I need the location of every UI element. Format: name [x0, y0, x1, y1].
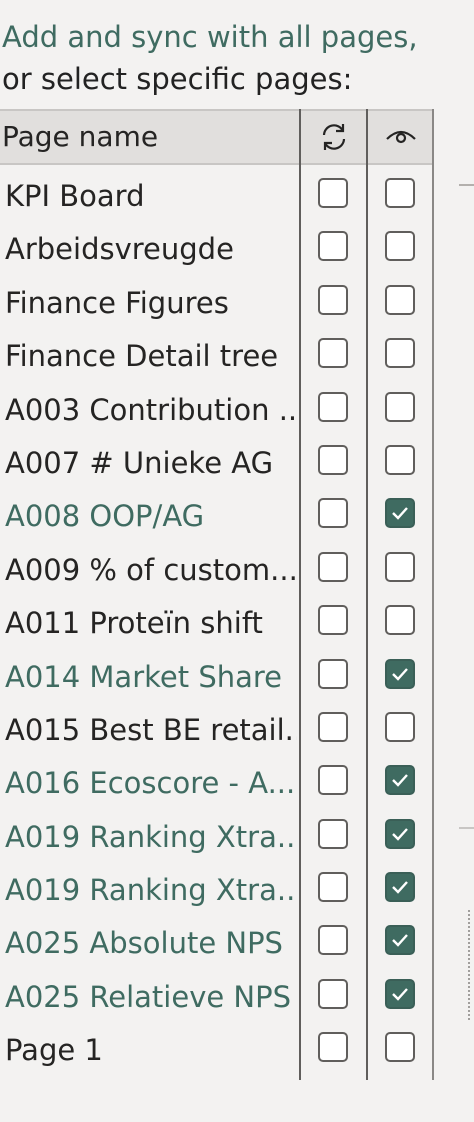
visibility-checkbox[interactable]	[385, 605, 415, 636]
visibility-checkbox[interactable]	[385, 178, 415, 208]
table-body: KPI Board Arbeidsvreugde Finance Figures Fi…	[0, 167, 434, 1075]
table-row: Finance Figures	[0, 274, 434, 327]
page-name-cell: Finance Detail tree	[5, 339, 279, 374]
sync-checkbox[interactable]	[318, 444, 348, 475]
visibility-checkbox[interactable]	[385, 338, 415, 369]
visibility-checkbox[interactable]	[385, 231, 415, 262]
table-row: A019 Ranking Xtra...	[0, 861, 434, 914]
visibility-checkbox[interactable]	[385, 284, 415, 315]
table-row: A011 Proteïn shift	[0, 594, 434, 647]
table-row: A003 Contribution ...	[0, 381, 434, 434]
page-name-cell: A009 % of custom...	[5, 552, 297, 587]
sync-checkbox[interactable]	[318, 231, 348, 262]
table-header: Page name	[0, 109, 434, 165]
page-name-cell: A025 Absolute NPS	[5, 926, 283, 961]
sync-checkbox[interactable]	[318, 551, 348, 582]
visibility-column-header[interactable]	[367, 111, 434, 163]
table-row: A025 Relatieve NPS	[0, 968, 434, 1021]
pane-divider	[459, 184, 474, 186]
eye-icon	[385, 130, 416, 144]
page-name-cell: A003 Contribution ...	[5, 392, 297, 427]
visibility-checkbox[interactable]	[385, 872, 415, 903]
table-row: A008 OOP/AG	[0, 487, 434, 540]
visibility-checkbox[interactable]	[385, 551, 415, 582]
visibility-checkbox[interactable]	[385, 711, 415, 742]
page-name-cell: A019 Ranking Xtra...	[5, 819, 297, 854]
sync-column-header[interactable]	[300, 111, 367, 163]
pane-divider-lower	[459, 827, 474, 829]
sync-checkbox[interactable]	[318, 338, 348, 369]
page-name-cell: KPI Board	[5, 179, 145, 213]
sync-checkbox[interactable]	[318, 1032, 348, 1063]
table-row: A019 Ranking Xtra...	[0, 808, 434, 861]
instructions-text: Add and sync with all pages, or select s…	[2, 16, 422, 100]
page-name-cell: Finance Figures	[5, 285, 229, 320]
sync-slicers-pane: Add and sync with all pages, or select s…	[0, 0, 474, 1122]
page-name-cell: A015 Best BE retail...	[5, 712, 297, 747]
page-name-cell: Arbeidsvreugde	[5, 232, 234, 267]
table-row: Page 1	[0, 1021, 434, 1074]
instructions-line-1: Add and sync with all pages,	[2, 20, 418, 54]
table-row: Arbeidsvreugde	[0, 220, 434, 273]
visibility-checkbox[interactable]	[385, 818, 415, 849]
visibility-checkbox[interactable]	[385, 1032, 415, 1063]
page-name-cell: Page 1	[5, 1033, 103, 1068]
table-row: A025 Absolute NPS	[0, 914, 434, 967]
page-name-cell: A007 # Unieke AG	[5, 445, 274, 480]
visibility-checkbox[interactable]	[385, 391, 415, 422]
table-row: A014 Market Share	[0, 648, 434, 701]
sync-checkbox[interactable]	[318, 978, 348, 1009]
sync-checkbox[interactable]	[318, 605, 348, 636]
table-row: A009 % of custom...	[0, 541, 434, 594]
page-name-cell: A008 OOP/AG	[5, 499, 205, 534]
sync-icon	[322, 124, 345, 150]
resize-handle[interactable]	[468, 910, 474, 1020]
table-row: A007 # Unieke AG	[0, 434, 434, 487]
sync-checkbox[interactable]	[318, 872, 348, 903]
visibility-checkbox[interactable]	[385, 765, 415, 796]
sync-checkbox[interactable]	[318, 391, 348, 422]
instructions-line-2: or select specific pages:	[2, 62, 353, 96]
visibility-checkbox[interactable]	[385, 978, 415, 1009]
page-name-header: Page name	[2, 120, 159, 153]
table-row: A016 Ecoscore - A...	[0, 754, 434, 807]
sync-checkbox[interactable]	[318, 765, 348, 796]
sync-checkbox[interactable]	[318, 711, 348, 742]
page-name-cell: A016 Ecoscore - A...	[5, 766, 296, 801]
visibility-checkbox[interactable]	[385, 444, 415, 475]
page-name-cell: A025 Relatieve NPS	[5, 979, 292, 1014]
page-name-cell: A014 Market Share	[5, 659, 283, 694]
sync-checkbox[interactable]	[318, 498, 348, 529]
visibility-checkbox[interactable]	[385, 498, 415, 529]
sync-checkbox[interactable]	[318, 818, 348, 849]
visibility-checkbox[interactable]	[385, 658, 415, 689]
page-name-cell: A011 Proteïn shift	[5, 606, 263, 641]
visibility-checkbox[interactable]	[385, 925, 415, 956]
table-row: Finance Detail tree	[0, 327, 434, 380]
table-row: A015 Best BE retail...	[0, 701, 434, 754]
page-name-cell: A019 Ranking Xtra...	[5, 873, 297, 908]
sync-checkbox[interactable]	[318, 658, 348, 689]
pages-table: Page name KPI Board Arbeidsvreugde Finance…	[0, 109, 434, 1080]
sync-checkbox[interactable]	[318, 284, 348, 315]
table-row: KPI Board	[0, 167, 434, 220]
sync-checkbox[interactable]	[318, 178, 348, 208]
sync-checkbox[interactable]	[318, 925, 348, 956]
